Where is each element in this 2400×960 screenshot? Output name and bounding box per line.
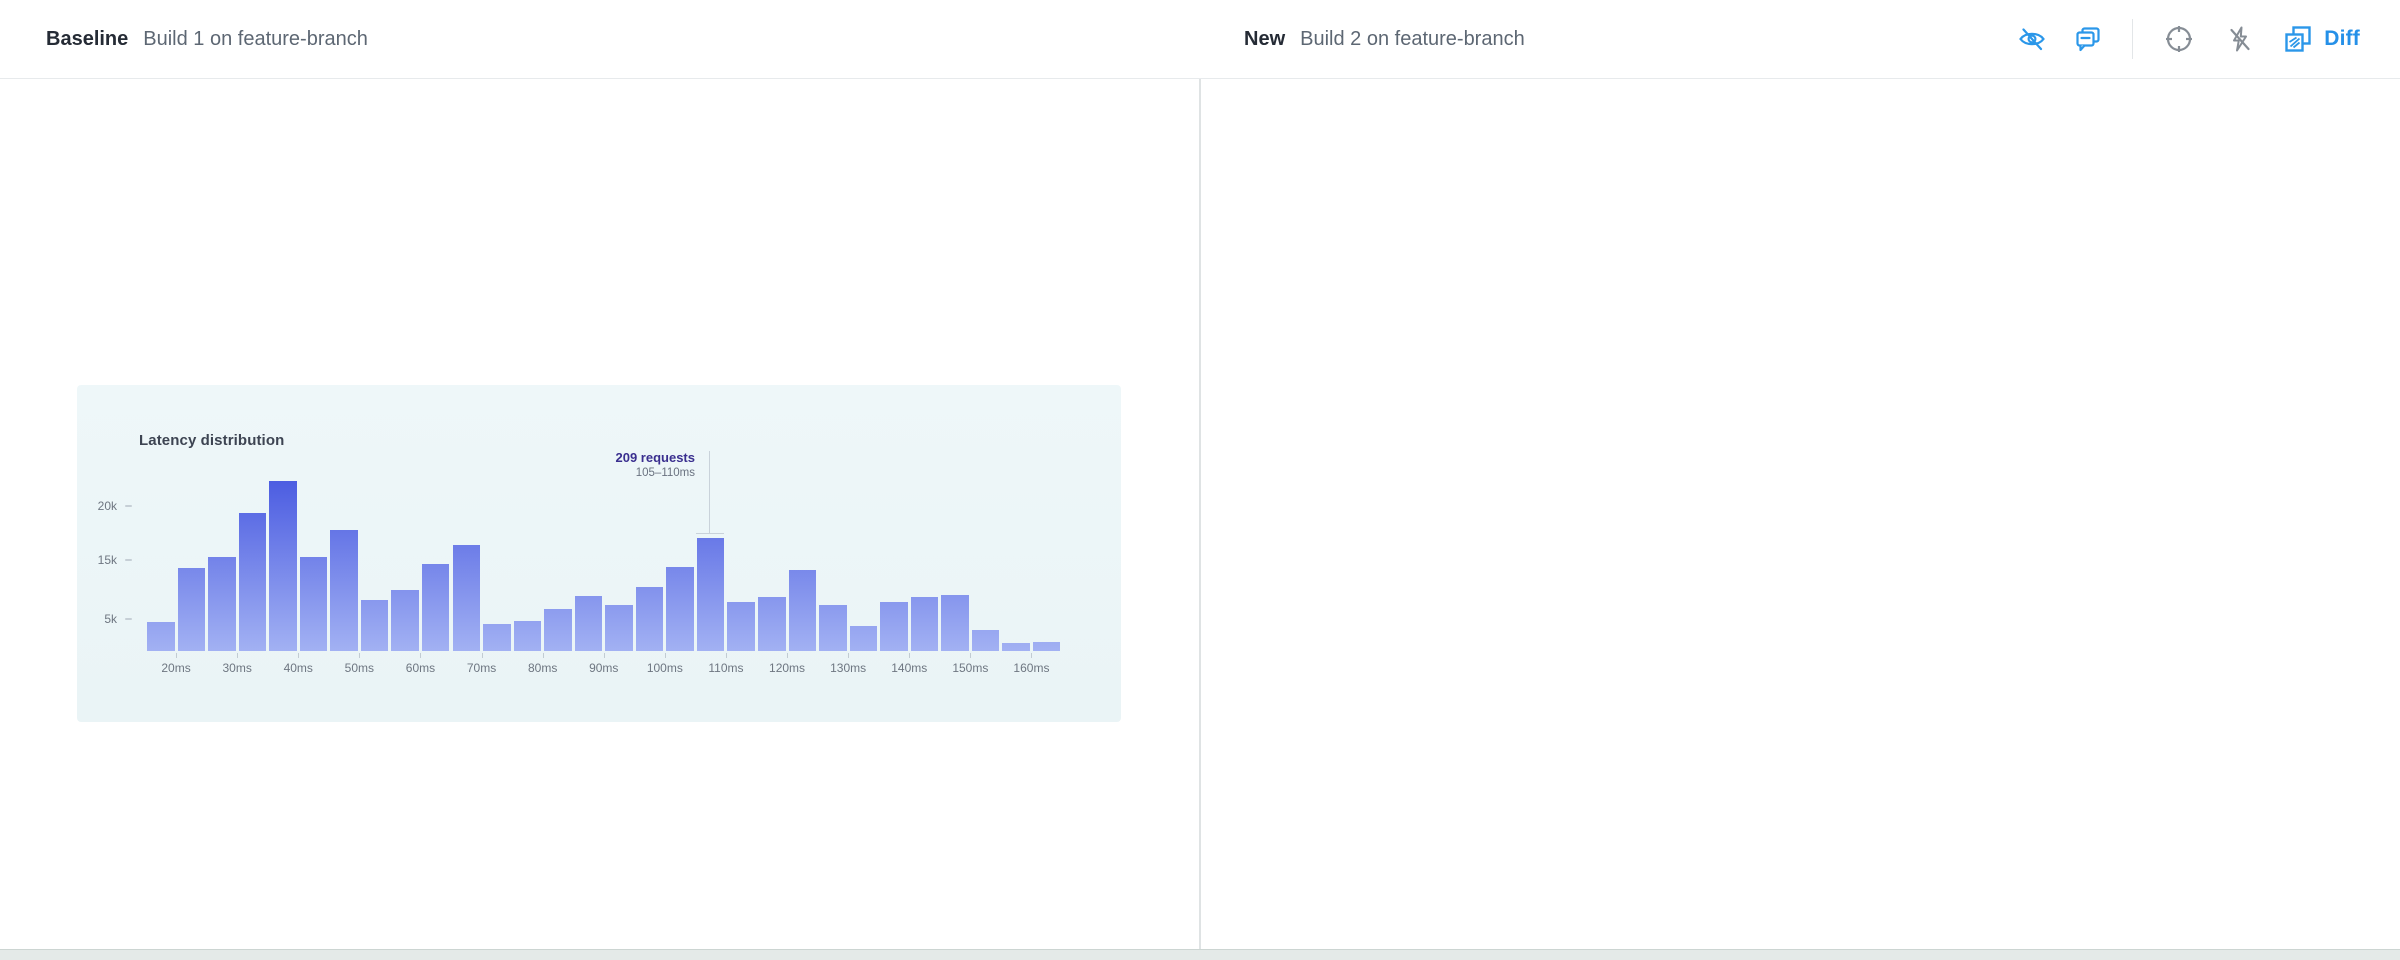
x-axis-tick	[665, 653, 666, 658]
y-axis-tick	[125, 505, 132, 507]
annotation-range: 105–110ms	[497, 466, 695, 481]
baseline-build-title: Build 1 on feature-branch	[143, 28, 368, 51]
histogram-bar	[1002, 643, 1030, 651]
new-pane-header: New Build 2 on feature-branch	[1244, 0, 1525, 78]
histogram-bar	[391, 590, 419, 651]
histogram-bar	[147, 622, 175, 651]
x-axis-tick	[298, 653, 299, 658]
x-axis-label: 130ms	[830, 661, 866, 675]
x-axis-tick	[176, 653, 177, 658]
histogram-bar	[208, 557, 236, 651]
annotation-leader-line	[709, 451, 710, 533]
y-axis-tick	[125, 618, 132, 620]
x-axis-tick	[359, 653, 360, 658]
x-axis-label: 20ms	[161, 661, 190, 675]
x-axis-label: 150ms	[952, 661, 988, 675]
x-axis-tick	[543, 653, 544, 658]
x-axis-tick	[970, 653, 971, 658]
comparison-header: Baseline Build 1 on feature-branch New B…	[0, 0, 2400, 79]
x-axis-label: 160ms	[1013, 661, 1049, 675]
eye-off-icon[interactable]	[2018, 25, 2046, 53]
histogram-bar	[514, 621, 542, 651]
histogram-bar	[544, 609, 572, 651]
y-axis-label: 20k	[83, 499, 117, 513]
histogram-bar	[727, 602, 755, 651]
histogram-bar	[361, 600, 389, 651]
histogram-bar	[1033, 642, 1061, 651]
y-axis-label: 5k	[83, 612, 117, 626]
x-axis-tick	[482, 653, 483, 658]
x-axis-label: 90ms	[589, 661, 618, 675]
histogram-bar	[850, 626, 878, 651]
histogram-bar	[330, 530, 358, 651]
histogram-bar	[422, 564, 450, 651]
histogram-bar	[239, 513, 267, 651]
x-axis-tick	[787, 653, 788, 658]
y-axis-tick	[125, 559, 132, 561]
x-axis-label: 140ms	[891, 661, 927, 675]
snapshot-toolbar: Diff	[2018, 0, 2360, 78]
histogram-bars	[147, 385, 1063, 651]
x-axis-label: 70ms	[467, 661, 496, 675]
annotation-value: 209 requests	[497, 449, 695, 466]
histogram-bar	[300, 557, 328, 651]
histogram-bar	[758, 597, 786, 651]
bottom-strip	[0, 949, 2400, 960]
overlapping-squares-hatched-icon[interactable]	[2284, 25, 2312, 53]
x-axis-tick	[604, 653, 605, 658]
x-axis-tick	[726, 653, 727, 658]
histogram-bar	[605, 605, 633, 651]
x-axis-tick	[909, 653, 910, 658]
x-axis-label: 60ms	[406, 661, 435, 675]
histogram-bar	[880, 602, 908, 651]
annotation-bar-tick	[696, 533, 724, 534]
x-axis-tick	[848, 653, 849, 658]
histogram-bar	[972, 630, 1000, 651]
baseline-snapshot-card[interactable]: Latency distribution 209 requests 105–11…	[77, 385, 1121, 722]
histogram-bar	[178, 568, 206, 651]
histogram-bar	[697, 538, 725, 651]
x-axis-label: 40ms	[284, 661, 313, 675]
histogram-bar	[941, 595, 969, 651]
x-axis-label: 50ms	[345, 661, 374, 675]
histogram-bar	[789, 570, 817, 651]
flash-off-icon[interactable]	[2226, 25, 2254, 53]
x-axis-label: 80ms	[528, 661, 557, 675]
baseline-label: Baseline	[46, 28, 128, 51]
annotation-text: 209 requests 105–110ms	[497, 449, 695, 481]
histogram-bar	[575, 596, 603, 651]
comments-icon[interactable]	[2074, 25, 2102, 53]
y-axis-label: 15k	[83, 553, 117, 567]
histogram-bar	[911, 597, 939, 651]
baseline-panel: Latency distribution 209 requests 105–11…	[0, 79, 1199, 949]
histogram-bar	[666, 567, 694, 651]
histogram-bar	[819, 605, 847, 651]
histogram-bar	[453, 545, 481, 651]
baseline-pane-header: Baseline Build 1 on feature-branch	[46, 0, 368, 78]
x-axis-label: 120ms	[769, 661, 805, 675]
toolbar-divider	[2132, 19, 2133, 59]
x-axis-label: 110ms	[708, 661, 743, 675]
histogram-bar	[269, 481, 297, 651]
crosshair-circle-icon[interactable]	[2164, 24, 2194, 54]
histogram-bar	[636, 587, 664, 651]
x-axis-tick	[420, 653, 421, 658]
histogram-bar	[483, 624, 511, 651]
new-build-title: Build 2 on feature-branch	[1300, 28, 1525, 51]
new-panel: LatencyRequestdistribution 209 requests …	[1201, 79, 2400, 949]
x-axis-tick	[237, 653, 238, 658]
diff-toggle[interactable]: Diff	[2324, 27, 2360, 51]
x-axis-tick	[1031, 653, 1032, 658]
x-axis-label: 30ms	[222, 661, 251, 675]
new-label: New	[1244, 28, 1285, 51]
x-axis-label: 100ms	[647, 661, 683, 675]
